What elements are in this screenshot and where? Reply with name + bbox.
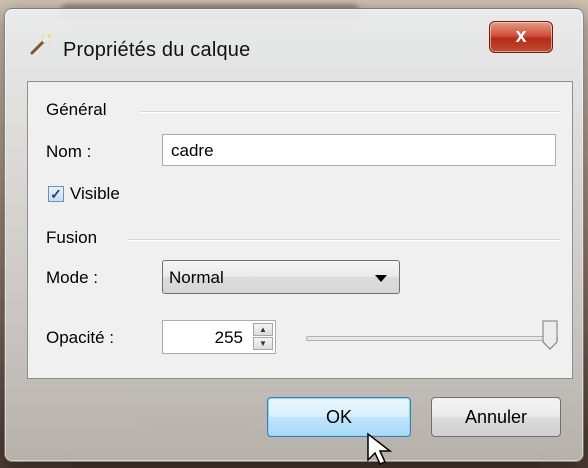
opacity-value: 255	[214, 328, 243, 347]
opacity-label: Opacité :	[46, 328, 115, 347]
mode-value: Normal	[169, 268, 224, 287]
ok-button[interactable]: OK	[267, 397, 411, 437]
stepper-buttons: ▲ ▼	[253, 323, 273, 351]
opacity-slider-track[interactable]	[306, 336, 558, 341]
general-section-label: Général	[46, 100, 107, 119]
close-icon: x	[515, 25, 527, 47]
chevron-down-icon	[375, 275, 387, 282]
properties-panel: Général Nom : cadre ✓ Visible Fusion Mod…	[27, 81, 573, 379]
mouse-pointer-icon	[367, 432, 393, 465]
opacity-slider-thumb[interactable]	[542, 320, 558, 350]
name-input[interactable]: cadre	[162, 134, 556, 166]
close-button[interactable]: x	[489, 21, 553, 53]
fusion-divider	[128, 239, 560, 241]
arrow-up-icon: ▲	[259, 325, 267, 334]
title-bar[interactable]: Propriétés du calque x	[5, 9, 583, 67]
increment-button[interactable]: ▲	[253, 323, 273, 336]
mode-label: Mode :	[46, 268, 98, 287]
mode-dropdown[interactable]: Normal	[162, 260, 400, 294]
name-label: Nom :	[46, 142, 92, 161]
general-divider	[140, 111, 560, 113]
opacity-stepper[interactable]: 255 ▲ ▼	[162, 320, 276, 354]
fusion-section-label: Fusion	[46, 228, 98, 247]
visible-checkbox[interactable]: ✓	[48, 186, 64, 202]
wand-icon	[30, 34, 51, 55]
check-icon: ✓	[50, 186, 62, 202]
arrow-down-icon: ▼	[259, 339, 267, 348]
dialog-title: Propriétés du calque	[63, 39, 251, 61]
visible-label[interactable]: Visible	[70, 184, 120, 204]
layer-properties-dialog: Propriétés du calque x Général Nom : cad…	[4, 8, 584, 462]
decrement-button[interactable]: ▼	[253, 337, 273, 350]
cancel-button[interactable]: Annuler	[431, 397, 561, 437]
